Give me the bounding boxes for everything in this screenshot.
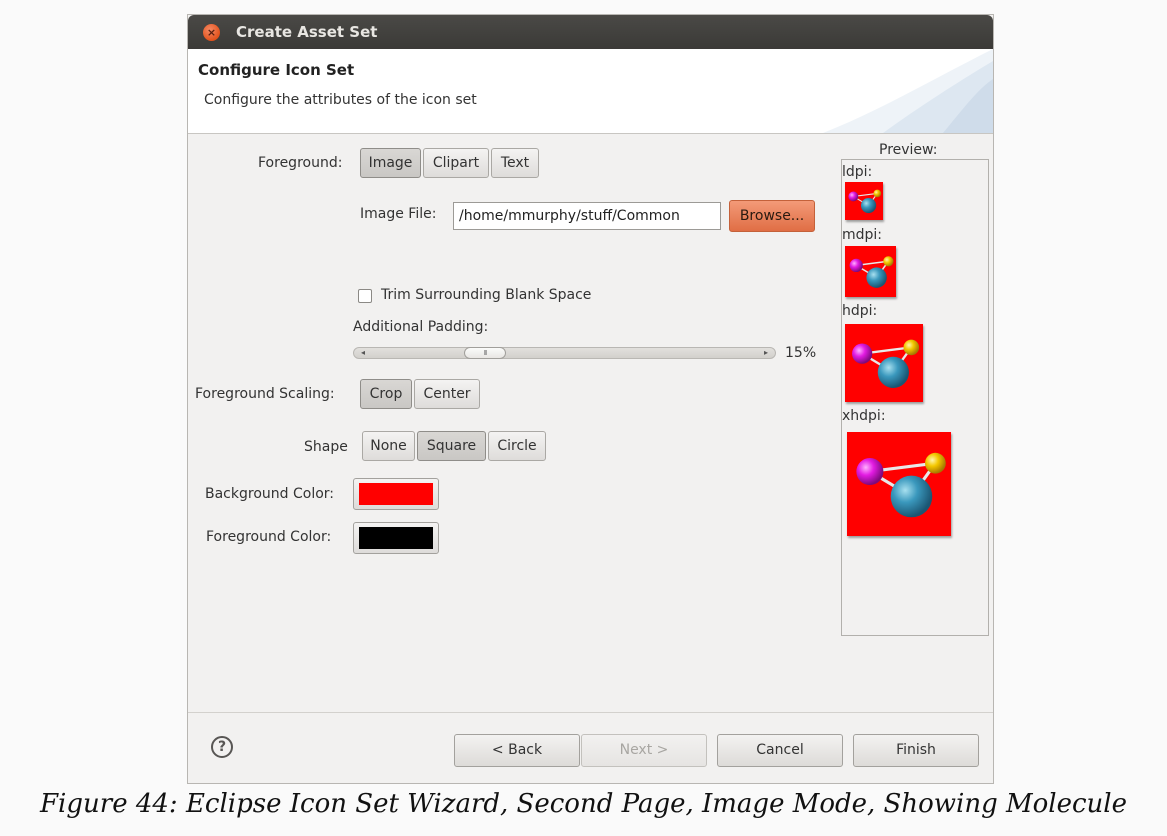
scaling-label: Foreground Scaling:	[195, 386, 335, 402]
figure-caption: Figure 44: Eclipse Icon Set Wizard, Seco…	[40, 789, 1127, 819]
foreground-color-swatch	[359, 527, 433, 549]
foreground-image-button[interactable]: Image	[360, 148, 421, 178]
window-title: Create Asset Set	[236, 23, 378, 41]
preview-title: Preview:	[879, 142, 938, 158]
next-button[interactable]: Next >	[581, 734, 707, 767]
scaling-center-button[interactable]: Center	[414, 379, 480, 409]
foreground-color-label: Foreground Color:	[206, 529, 332, 545]
page-title: Configure Icon Set	[198, 61, 355, 79]
preview-mdpi-label: mdpi:	[842, 227, 883, 243]
foreground-clipart-button[interactable]: Clipart	[423, 148, 489, 178]
shape-label: Shape	[304, 439, 348, 455]
molecule-icon	[845, 182, 883, 220]
image-file-label: Image File:	[360, 206, 437, 222]
back-button[interactable]: < Back	[454, 734, 580, 767]
background-color-swatch	[359, 483, 433, 505]
scaling-crop-button[interactable]: Crop	[360, 379, 412, 409]
finish-button[interactable]: Finish	[853, 734, 979, 767]
shape-circle-button[interactable]: Circle	[488, 431, 546, 461]
preview-ldpi-label: ldpi:	[842, 164, 873, 180]
trim-label: Trim Surrounding Blank Space	[381, 287, 592, 303]
image-file-input[interactable]: /home/mmurphy/stuff/Common	[453, 202, 721, 230]
page-description: Configure the attributes of the icon set	[204, 92, 477, 108]
preview-panel: ldpi: mdpi: hdpi: xhdpi:	[841, 159, 989, 636]
background-color-label: Background Color:	[205, 486, 334, 502]
background-color-button[interactable]	[353, 478, 439, 510]
shape-none-button[interactable]: None	[362, 431, 415, 461]
slider-right-arrow-icon[interactable]: ▸	[764, 347, 768, 359]
molecule-icon	[847, 432, 951, 536]
slider-left-arrow-icon[interactable]: ◂	[361, 347, 365, 359]
foreground-color-button[interactable]	[353, 522, 439, 554]
slider-thumb[interactable]: III	[464, 347, 506, 359]
shape-square-button[interactable]: Square	[417, 431, 486, 461]
foreground-label: Foreground:	[258, 155, 343, 171]
molecule-icon	[845, 246, 896, 297]
footer-separator	[188, 712, 993, 713]
padding-label: Additional Padding:	[353, 319, 489, 335]
browse-button[interactable]: Browse...	[729, 200, 815, 232]
wizard-header: Configure Icon Set Configure the attribu…	[188, 49, 993, 134]
title-bar: × Create Asset Set	[188, 15, 993, 49]
create-asset-set-dialog: × Create Asset Set Configure Icon Set Co…	[187, 14, 994, 784]
padding-slider[interactable]: ◂ III ▸	[353, 347, 776, 359]
molecule-icon	[845, 324, 923, 402]
header-banner-graphic	[823, 49, 993, 133]
foreground-text-button[interactable]: Text	[491, 148, 539, 178]
padding-value: 15%	[785, 345, 817, 361]
preview-xhdpi-label: xhdpi:	[842, 408, 886, 424]
close-icon[interactable]: ×	[203, 24, 220, 41]
cancel-button[interactable]: Cancel	[717, 734, 843, 767]
trim-checkbox[interactable]	[358, 289, 372, 303]
help-icon[interactable]: ?	[211, 736, 233, 758]
preview-hdpi-label: hdpi:	[842, 303, 878, 319]
